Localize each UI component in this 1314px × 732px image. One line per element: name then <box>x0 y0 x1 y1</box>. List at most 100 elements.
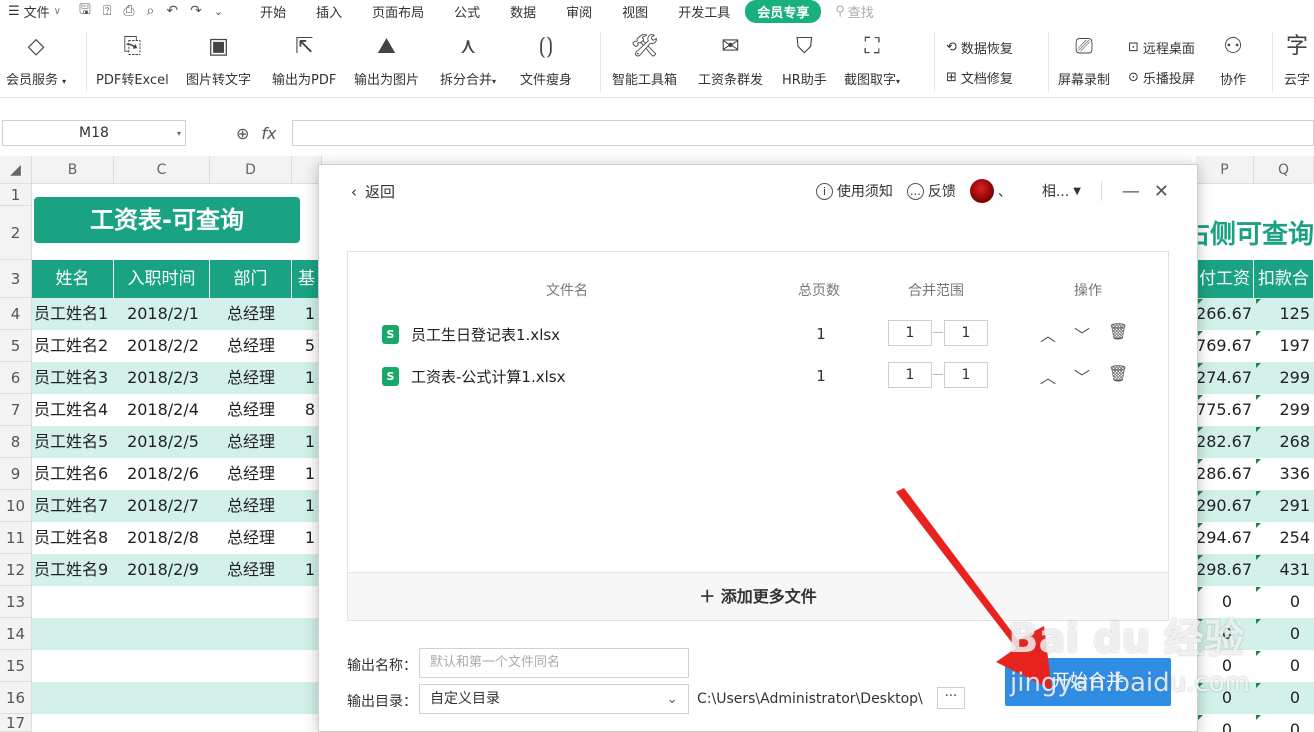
formula-input[interactable] <box>292 120 1314 146</box>
cell-department[interactable]: 总经理 <box>210 298 292 330</box>
zoom-icon[interactable]: ⊕ <box>236 124 249 143</box>
print-icon[interactable]: ⎙ <box>123 3 134 19</box>
column-header-b[interactable]: B <box>32 156 114 184</box>
cell-deduction[interactable]: 299 <box>1254 362 1310 394</box>
save-icon[interactable]: 🖫 <box>79 0 91 23</box>
tab-view[interactable]: 视图 <box>607 2 663 21</box>
range-to-input[interactable]: 1 <box>944 362 988 388</box>
tab-developer[interactable]: 开发工具 <box>663 2 745 21</box>
cell-pay[interactable]: 298.67 <box>1196 554 1252 586</box>
tab-formulas[interactable]: 公式 <box>439 2 495 21</box>
split-merge-button[interactable]: ⋏ 拆分合并▾ <box>440 32 496 88</box>
row-header[interactable]: 5 <box>0 330 32 362</box>
file-slim-button[interactable]: ⟮⟯ 文件瘦身 <box>520 32 572 88</box>
remote-desktop-button[interactable]: ⊡ 远程桌面 <box>1128 38 1195 57</box>
cell-pay[interactable]: 266.67 <box>1196 298 1252 330</box>
start-merge-button[interactable]: 开始合并 <box>1005 658 1171 706</box>
feedback-button[interactable]: … 反馈 <box>906 181 956 201</box>
cell-pay[interactable]: 294.67 <box>1196 522 1252 554</box>
cell-deduction[interactable]: 299 <box>1254 394 1310 426</box>
screen-record-button[interactable]: ⎚ 屏幕录制 <box>1058 32 1110 88</box>
cell-name[interactable]: 员工姓名8 <box>34 522 114 554</box>
cell-base[interactable]: 1 <box>300 426 320 458</box>
row-header[interactable]: 3 <box>0 260 32 298</box>
cell-base[interactable]: 1 <box>300 554 320 586</box>
row-header[interactable]: 16 <box>0 682 32 714</box>
cell-deduction[interactable]: 268 <box>1254 426 1310 458</box>
cell-name[interactable]: 员工姓名3 <box>34 362 114 394</box>
cell-pay[interactable]: 286.67 <box>1196 458 1252 490</box>
cell-pay[interactable]: 274.67 <box>1196 362 1252 394</box>
cell-base[interactable]: 1 <box>300 458 320 490</box>
cell-hire-date[interactable]: 2018/2/4 <box>116 394 210 426</box>
row-header[interactable]: 12 <box>0 554 32 586</box>
export-image-button[interactable]: ⛰ 输出为图片 <box>354 32 419 88</box>
row-header[interactable]: 2 <box>0 206 32 260</box>
collaborate-button[interactable]: ⚇ 协作 <box>1218 32 1248 88</box>
file-menu[interactable]: ☰ 文件 ∨ <box>0 2 69 21</box>
cell-department[interactable]: 总经理 <box>210 554 292 586</box>
cell-name[interactable]: 员工姓名7 <box>34 490 114 522</box>
cell-pay[interactable]: 775.67 <box>1196 394 1252 426</box>
cell-name[interactable]: 员工姓名6 <box>34 458 114 490</box>
cell-hire-date[interactable]: 2018/2/6 <box>116 458 210 490</box>
cell-deduction[interactable]: 336 <box>1254 458 1310 490</box>
format-painter-icon[interactable]: ⍰ <box>103 3 111 19</box>
doc-repair-button[interactable]: ⊞ 文档修复 <box>946 68 1013 87</box>
hr-assistant-button[interactable]: ⛉ HR助手 <box>782 32 827 88</box>
search-box[interactable]: ⚲ 查找 <box>835 2 874 21</box>
range-from-input[interactable]: 1 <box>888 362 932 388</box>
move-up-icon[interactable]: ︿ <box>1040 322 1056 346</box>
cloud-font-button[interactable]: 字 云字 <box>1282 32 1312 88</box>
screenshot-ocr-button[interactable]: ⛶ 截图取字▾ <box>844 32 900 88</box>
close-icon[interactable]: ✕ <box>1154 181 1169 202</box>
row-header[interactable]: 14 <box>0 618 32 650</box>
minimize-icon[interactable]: — <box>1122 181 1140 202</box>
move-up-icon[interactable]: ︿ <box>1040 364 1056 388</box>
undo-icon[interactable]: ↶ <box>166 3 178 19</box>
cell-name[interactable]: 员工姓名9 <box>34 554 114 586</box>
column-header-p[interactable]: P <box>1196 156 1254 184</box>
cell-hire-date[interactable]: 2018/2/2 <box>116 330 210 362</box>
tab-data[interactable]: 数据 <box>495 2 551 21</box>
trash-icon[interactable]: 🗑 <box>1108 364 1128 388</box>
row-header[interactable]: 13 <box>0 586 32 618</box>
cell-hire-date[interactable]: 2018/2/8 <box>116 522 210 554</box>
cell-department[interactable]: 总经理 <box>210 458 292 490</box>
output-name-input[interactable]: 默认和第一个文件同名 <box>419 648 689 678</box>
cell-name[interactable]: 员工姓名1 <box>34 298 114 330</box>
column-header-q[interactable]: Q <box>1254 156 1314 184</box>
tab-review[interactable]: 审阅 <box>551 2 607 21</box>
cell-base[interactable]: 1 <box>300 298 320 330</box>
pdf-to-excel-button[interactable]: ⎘ PDF转Excel <box>96 32 169 88</box>
usage-notice-button[interactable]: i 使用须知 <box>815 181 893 201</box>
cell-hire-date[interactable]: 2018/2/7 <box>116 490 210 522</box>
cell-hire-date[interactable]: 2018/2/9 <box>116 554 210 586</box>
cell-base[interactable]: 8 <box>300 394 320 426</box>
cell-deduction[interactable]: 431 <box>1254 554 1310 586</box>
export-pdf-button[interactable]: ⇱ 输出为PDF <box>272 32 336 88</box>
row-header[interactable]: 6 <box>0 362 32 394</box>
data-recovery-button[interactable]: ⟲ 数据恢复 <box>946 38 1013 57</box>
cell-name[interactable]: 员工姓名4 <box>34 394 114 426</box>
browse-button[interactable]: ··· <box>937 687 965 709</box>
cell-pay[interactable]: 769.67 <box>1196 330 1252 362</box>
row-header[interactable]: 17 <box>0 714 32 732</box>
move-down-icon[interactable]: ﹀ <box>1074 364 1090 388</box>
tab-insert[interactable]: 插入 <box>301 2 357 21</box>
cell-hire-date[interactable]: 2018/2/5 <box>116 426 210 458</box>
move-down-icon[interactable]: ﹀ <box>1074 322 1090 346</box>
cell-pay[interactable]: 290.67 <box>1196 490 1252 522</box>
print-preview-icon[interactable]: ⌕ <box>147 3 155 19</box>
range-to-input[interactable]: 1 <box>944 320 988 346</box>
cell-deduction[interactable]: 291 <box>1254 490 1310 522</box>
row-header[interactable]: 11 <box>0 522 32 554</box>
cell-deduction[interactable]: 125 <box>1254 298 1310 330</box>
back-button[interactable]: ‹ 返回 <box>351 181 395 202</box>
cell-department[interactable]: 总经理 <box>210 490 292 522</box>
cell-department[interactable]: 总经理 <box>210 394 292 426</box>
row-header[interactable]: 4 <box>0 298 32 330</box>
add-more-files-button[interactable]: ＋ 添加更多文件 <box>348 572 1168 620</box>
fx-icon[interactable]: fx <box>261 124 276 143</box>
cell-base[interactable]: 1 <box>300 522 320 554</box>
